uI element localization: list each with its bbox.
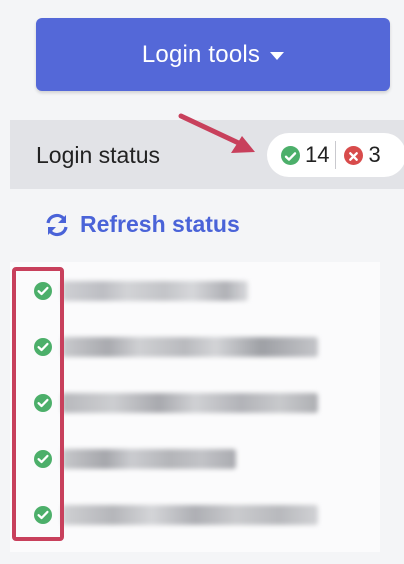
success-count: 14	[305, 142, 330, 167]
success-count-group: 14	[281, 142, 329, 168]
login-tools-button[interactable]: Login tools	[36, 18, 390, 91]
pill-divider	[335, 141, 337, 169]
annotation-arrow-icon	[178, 113, 255, 153]
failure-count-group: 3	[344, 142, 381, 168]
account-list	[10, 262, 380, 552]
refresh-status-label: Refresh status	[80, 211, 240, 237]
redacted-account-name	[62, 337, 318, 357]
check-circle-icon	[281, 145, 300, 165]
redacted-account-name	[62, 505, 318, 525]
x-circle-icon	[344, 145, 364, 165]
failure-count: 3	[368, 142, 381, 167]
login-tools-label: Login tools	[141, 40, 261, 68]
login-status-label: Login status	[36, 142, 161, 168]
redacted-account-name	[62, 449, 236, 469]
list-item[interactable]	[10, 440, 380, 478]
redacted-account-name	[62, 281, 248, 301]
refresh-icon	[46, 213, 68, 236]
refresh-status-link[interactable]: Refresh status	[44, 211, 240, 238]
list-item[interactable]	[10, 272, 380, 310]
annotation-highlight-box	[12, 267, 64, 541]
redacted-account-name	[62, 393, 318, 413]
caret-down-icon	[270, 52, 285, 60]
status-badge[interactable]: 14 3	[267, 133, 404, 177]
list-item[interactable]	[10, 496, 380, 534]
list-item[interactable]	[10, 328, 380, 366]
list-item[interactable]	[10, 384, 380, 422]
